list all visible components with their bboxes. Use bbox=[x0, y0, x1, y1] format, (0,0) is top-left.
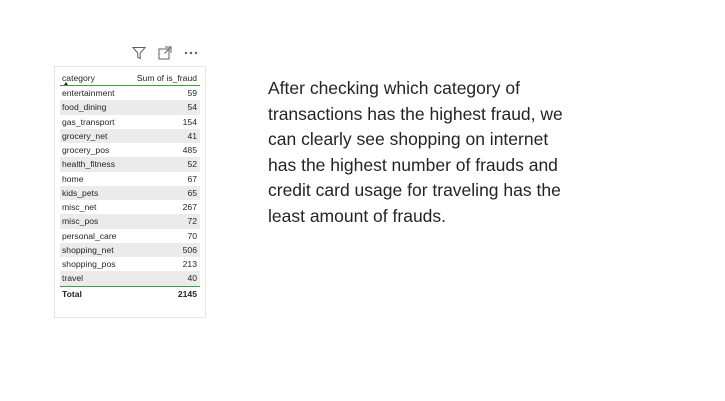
table-grid: category Sum of is_fraud entertainment 59… bbox=[60, 71, 200, 301]
narrative-text-box: After checking which category of transac… bbox=[268, 76, 568, 229]
total-value: 2145 bbox=[177, 288, 197, 299]
category-cell: health_fitness bbox=[62, 159, 116, 170]
category-cell: misc_net bbox=[62, 202, 97, 213]
fraud-sum-cell: 213 bbox=[182, 259, 197, 270]
total-label: Total bbox=[62, 288, 82, 299]
fraud-sum-cell: 72 bbox=[187, 216, 197, 227]
report-canvas: category Sum of is_fraud entertainment 59… bbox=[0, 0, 725, 401]
filter-icon[interactable] bbox=[130, 44, 148, 62]
fraud-sum-cell: 40 bbox=[187, 273, 197, 284]
table-row[interactable]: travel 40 bbox=[60, 271, 200, 286]
category-cell: home bbox=[62, 173, 84, 184]
focus-mode-icon[interactable] bbox=[156, 44, 174, 62]
fraud-sum-cell: 52 bbox=[187, 159, 197, 170]
table-row[interactable]: gas_transport 154 bbox=[60, 115, 200, 129]
fraud-sum-cell: 485 bbox=[182, 145, 197, 156]
fraud-sum-cell: 67 bbox=[187, 173, 197, 184]
table-row[interactable]: grocery_net 41 bbox=[60, 128, 200, 143]
column-header-sum-is-fraud[interactable]: Sum of is_fraud bbox=[137, 73, 197, 83]
category-cell: grocery_net bbox=[62, 130, 108, 141]
more-options-icon[interactable] bbox=[182, 44, 200, 62]
fraud-sum-cell: 41 bbox=[187, 130, 197, 141]
category-cell: personal_care bbox=[62, 230, 117, 241]
visual-header-toolbar bbox=[130, 44, 206, 62]
category-cell: gas_transport bbox=[62, 116, 115, 127]
table-row[interactable]: entertainment 59 bbox=[60, 86, 200, 100]
category-cell: kids_pets bbox=[62, 187, 99, 198]
category-cell: shopping_net bbox=[62, 244, 114, 255]
narrative-text: After checking which category of transac… bbox=[268, 78, 563, 226]
fraud-sum-cell: 154 bbox=[182, 116, 197, 127]
table-row[interactable]: food_dining 54 bbox=[60, 100, 200, 115]
fraud-sum-cell: 70 bbox=[187, 230, 197, 241]
table-row[interactable]: personal_care 70 bbox=[60, 229, 200, 243]
fraud-sum-cell: 54 bbox=[187, 102, 197, 113]
table-row[interactable]: kids_pets 65 bbox=[60, 185, 200, 200]
category-cell: travel bbox=[62, 273, 84, 284]
fraud-sum-cell: 506 bbox=[182, 244, 197, 255]
category-cell: entertainment bbox=[62, 88, 115, 99]
table-row[interactable]: grocery_pos 485 bbox=[60, 143, 200, 157]
table-row[interactable]: health_fitness 52 bbox=[60, 157, 200, 172]
table-row[interactable]: misc_net 267 bbox=[60, 200, 200, 214]
category-cell: shopping_pos bbox=[62, 259, 116, 270]
fraud-sum-cell: 267 bbox=[182, 202, 197, 213]
table-row[interactable]: shopping_net 506 bbox=[60, 242, 200, 257]
table-body: entertainment 59 food_dining 54 gas_transpor… bbox=[60, 86, 200, 286]
table-row[interactable]: home 67 bbox=[60, 172, 200, 186]
fraud-sum-cell: 59 bbox=[187, 88, 197, 99]
table-header-row: category Sum of is_fraud bbox=[60, 71, 200, 86]
sort-ascending-icon bbox=[64, 82, 68, 85]
fraud-by-category-table[interactable]: category Sum of is_fraud entertainment 59… bbox=[54, 66, 206, 318]
table-row[interactable]: misc_pos 72 bbox=[60, 214, 200, 229]
table-total-row: Total 2145 bbox=[60, 285, 200, 301]
table-row[interactable]: shopping_pos 213 bbox=[60, 257, 200, 271]
category-cell: food_dining bbox=[62, 102, 107, 113]
fraud-sum-cell: 65 bbox=[187, 187, 197, 198]
category-cell: grocery_pos bbox=[62, 145, 110, 156]
category-cell: misc_pos bbox=[62, 216, 99, 227]
